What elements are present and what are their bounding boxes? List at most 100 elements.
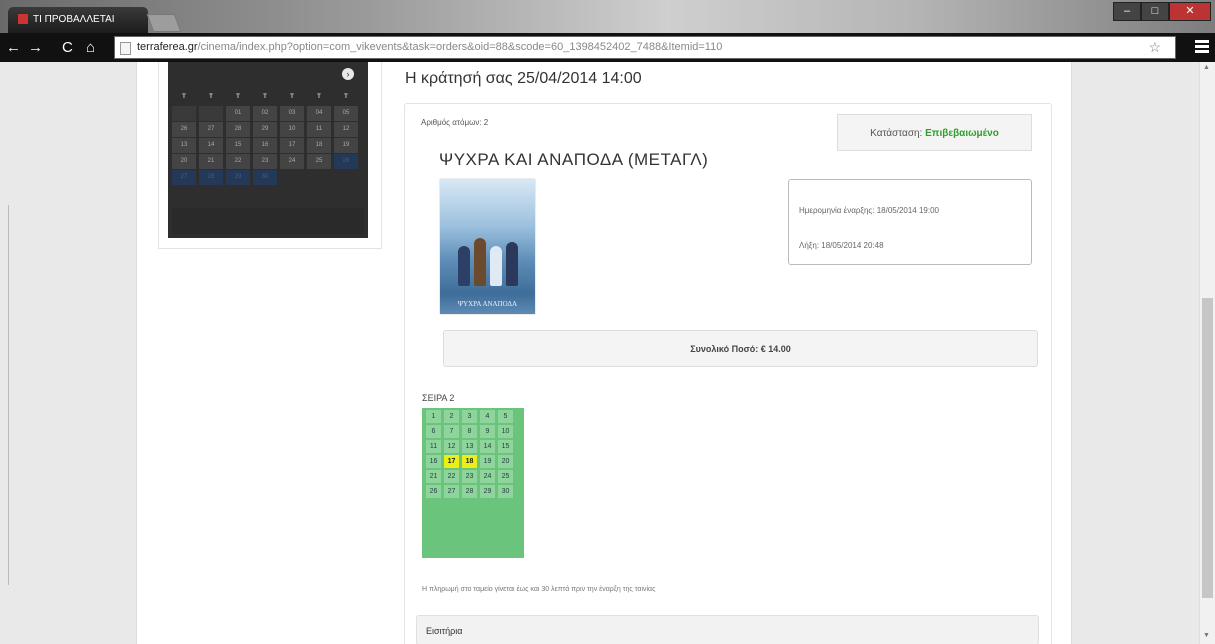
seat[interactable]: 13 bbox=[462, 440, 477, 453]
menu-icon[interactable] bbox=[1195, 40, 1209, 55]
maximize-button[interactable]: □ bbox=[1141, 2, 1169, 21]
seat[interactable]: 17 bbox=[444, 455, 459, 468]
calendar-day bbox=[172, 106, 196, 121]
browser-titlebar: ΤΙ ΠΡΟΒΑΛΛΕΤΑΙ – □ ✕ bbox=[0, 0, 1215, 33]
calendar-day[interactable]: 12 bbox=[334, 122, 358, 137]
calendar-day[interactable]: 05 bbox=[334, 106, 358, 121]
seat[interactable]: 15 bbox=[498, 440, 513, 453]
movie-poster[interactable]: ΨΥΧΡΑ ΑΝΑΠΟΔΑ bbox=[440, 179, 535, 314]
seat[interactable]: 25 bbox=[498, 470, 513, 483]
calendar-day bbox=[307, 170, 331, 185]
close-button[interactable]: ✕ bbox=[1169, 2, 1211, 21]
seat[interactable]: 22 bbox=[444, 470, 459, 483]
calendar-header: › bbox=[172, 62, 364, 90]
seat[interactable]: 5 bbox=[498, 410, 513, 423]
calendar-day[interactable]: 15 bbox=[226, 138, 250, 153]
seat[interactable]: 1 bbox=[426, 410, 441, 423]
minimize-button[interactable]: – bbox=[1113, 2, 1141, 21]
calendar-day[interactable]: 28 bbox=[226, 122, 250, 137]
seat[interactable]: 18 bbox=[462, 455, 477, 468]
calendar-day[interactable]: 27 bbox=[172, 170, 196, 185]
seat[interactable]: 12 bbox=[444, 440, 459, 453]
seat[interactable]: 11 bbox=[426, 440, 441, 453]
calendar-day[interactable]: 26 bbox=[334, 154, 358, 169]
calendar-day[interactable]: 25 bbox=[307, 154, 331, 169]
payment-note: Η πληρωμή στο ταμείο γίνεται έως και 30 … bbox=[422, 586, 656, 593]
tickets-header: Εισιτήρια bbox=[416, 615, 1039, 644]
calendar-day[interactable]: 20 bbox=[172, 154, 196, 169]
seat[interactable]: 3 bbox=[462, 410, 477, 423]
calendar-day[interactable]: 04 bbox=[307, 106, 331, 121]
scrollbar[interactable]: ▲ ▼ bbox=[1199, 62, 1215, 644]
calendar-day[interactable]: 27 bbox=[199, 122, 223, 137]
seat[interactable]: 2 bbox=[444, 410, 459, 423]
calendar-weekday: Τ bbox=[290, 94, 294, 100]
reload-icon[interactable]: C bbox=[62, 39, 73, 56]
tab-title: ΤΙ ΠΡΟΒΑΛΛΕΤΑΙ bbox=[33, 14, 115, 25]
seat[interactable]: 16 bbox=[426, 455, 441, 468]
seat[interactable]: 19 bbox=[480, 455, 495, 468]
calendar-day[interactable]: 30 bbox=[253, 170, 277, 185]
calendar-day bbox=[199, 106, 223, 121]
total-amount: Συνολικό Ποσό: € 14.00 bbox=[443, 330, 1038, 367]
calendar-day[interactable]: 29 bbox=[253, 122, 277, 137]
seat[interactable]: 26 bbox=[426, 485, 441, 498]
calendar-day[interactable]: 28 bbox=[199, 170, 223, 185]
browser-tab[interactable]: ΤΙ ΠΡΟΒΑΛΛΕΤΑΙ bbox=[8, 7, 148, 33]
forward-icon[interactable]: → bbox=[28, 39, 43, 56]
calendar-day[interactable]: 19 bbox=[334, 138, 358, 153]
calendar-day[interactable]: 01 bbox=[226, 106, 250, 121]
scroll-up-icon[interactable]: ▲ bbox=[1203, 64, 1210, 71]
window-controls: – □ ✕ bbox=[1113, 2, 1211, 21]
start-date: Ημερομηνία έναρξης: 18/05/2014 19:00 bbox=[799, 206, 939, 215]
new-tab-button[interactable] bbox=[146, 14, 182, 32]
seat[interactable]: 29 bbox=[480, 485, 495, 498]
calendar-weekday: Τ bbox=[236, 94, 240, 100]
calendar-day[interactable]: 24 bbox=[280, 154, 304, 169]
seat[interactable]: 30 bbox=[498, 485, 513, 498]
page-icon bbox=[120, 42, 131, 55]
seat[interactable]: 20 bbox=[498, 455, 513, 468]
home-icon[interactable]: ⌂ bbox=[86, 39, 95, 56]
calendar-weekday: Τ bbox=[182, 94, 186, 100]
seat[interactable]: 7 bbox=[444, 425, 459, 438]
seat[interactable]: 27 bbox=[444, 485, 459, 498]
calendar-day[interactable]: 02 bbox=[253, 106, 277, 121]
calendar-day[interactable]: 26 bbox=[172, 122, 196, 137]
seat[interactable]: 10 bbox=[498, 425, 513, 438]
calendar-day[interactable]: 13 bbox=[172, 138, 196, 153]
calendar-weekday: Τ bbox=[263, 94, 267, 100]
seat[interactable]: 21 bbox=[426, 470, 441, 483]
calendar-weekday: Τ bbox=[344, 94, 348, 100]
web-page: › Τ Τ Τ Τ Τ Τ Τ 01 02 03 04 05 26 27 28 29 10 11 12 13 14 15 1… bbox=[0, 62, 1215, 644]
seat[interactable]: 9 bbox=[480, 425, 495, 438]
scrollbar-thumb[interactable] bbox=[1202, 298, 1213, 598]
seat[interactable]: 8 bbox=[462, 425, 477, 438]
calendar-day[interactable]: 29 bbox=[226, 170, 250, 185]
seat[interactable]: 28 bbox=[462, 485, 477, 498]
calendar-day[interactable]: 18 bbox=[307, 138, 331, 153]
calendar-day[interactable]: 14 bbox=[199, 138, 223, 153]
calendar-day[interactable]: 17 bbox=[280, 138, 304, 153]
dates-box: Ημερομηνία έναρξης: 18/05/2014 19:00 Λήξ… bbox=[788, 179, 1032, 265]
calendar-day[interactable]: 10 bbox=[280, 122, 304, 137]
calendar-day[interactable]: 03 bbox=[280, 106, 304, 121]
bookmark-star-icon[interactable]: ☆ bbox=[1148, 37, 1161, 58]
next-month-icon[interactable]: › bbox=[342, 68, 354, 80]
scroll-down-icon[interactable]: ▼ bbox=[1203, 632, 1210, 639]
seat[interactable]: 4 bbox=[480, 410, 495, 423]
back-icon[interactable]: ← bbox=[6, 39, 21, 56]
seat[interactable]: 23 bbox=[462, 470, 477, 483]
status-badge: Επιβεβαιωμένο bbox=[925, 128, 999, 139]
calendar-day[interactable]: 16 bbox=[253, 138, 277, 153]
seat-map: 1 2 3 4 5 6 7 8 9 10 11 12 13 14 15 16 17 18 19 20 21 22 23 24 2… bbox=[422, 408, 524, 558]
seat[interactable]: 6 bbox=[426, 425, 441, 438]
calendar-day[interactable]: 23 bbox=[253, 154, 277, 169]
seat[interactable]: 14 bbox=[480, 440, 495, 453]
seat[interactable]: 24 bbox=[480, 470, 495, 483]
url-host: terraferea.gr bbox=[137, 41, 198, 53]
calendar-day[interactable]: 21 bbox=[199, 154, 223, 169]
calendar-day[interactable]: 11 bbox=[307, 122, 331, 137]
calendar-day[interactable]: 22 bbox=[226, 154, 250, 169]
address-bar[interactable]: terraferea.gr/cinema/index.php?option=co… bbox=[114, 36, 1176, 59]
